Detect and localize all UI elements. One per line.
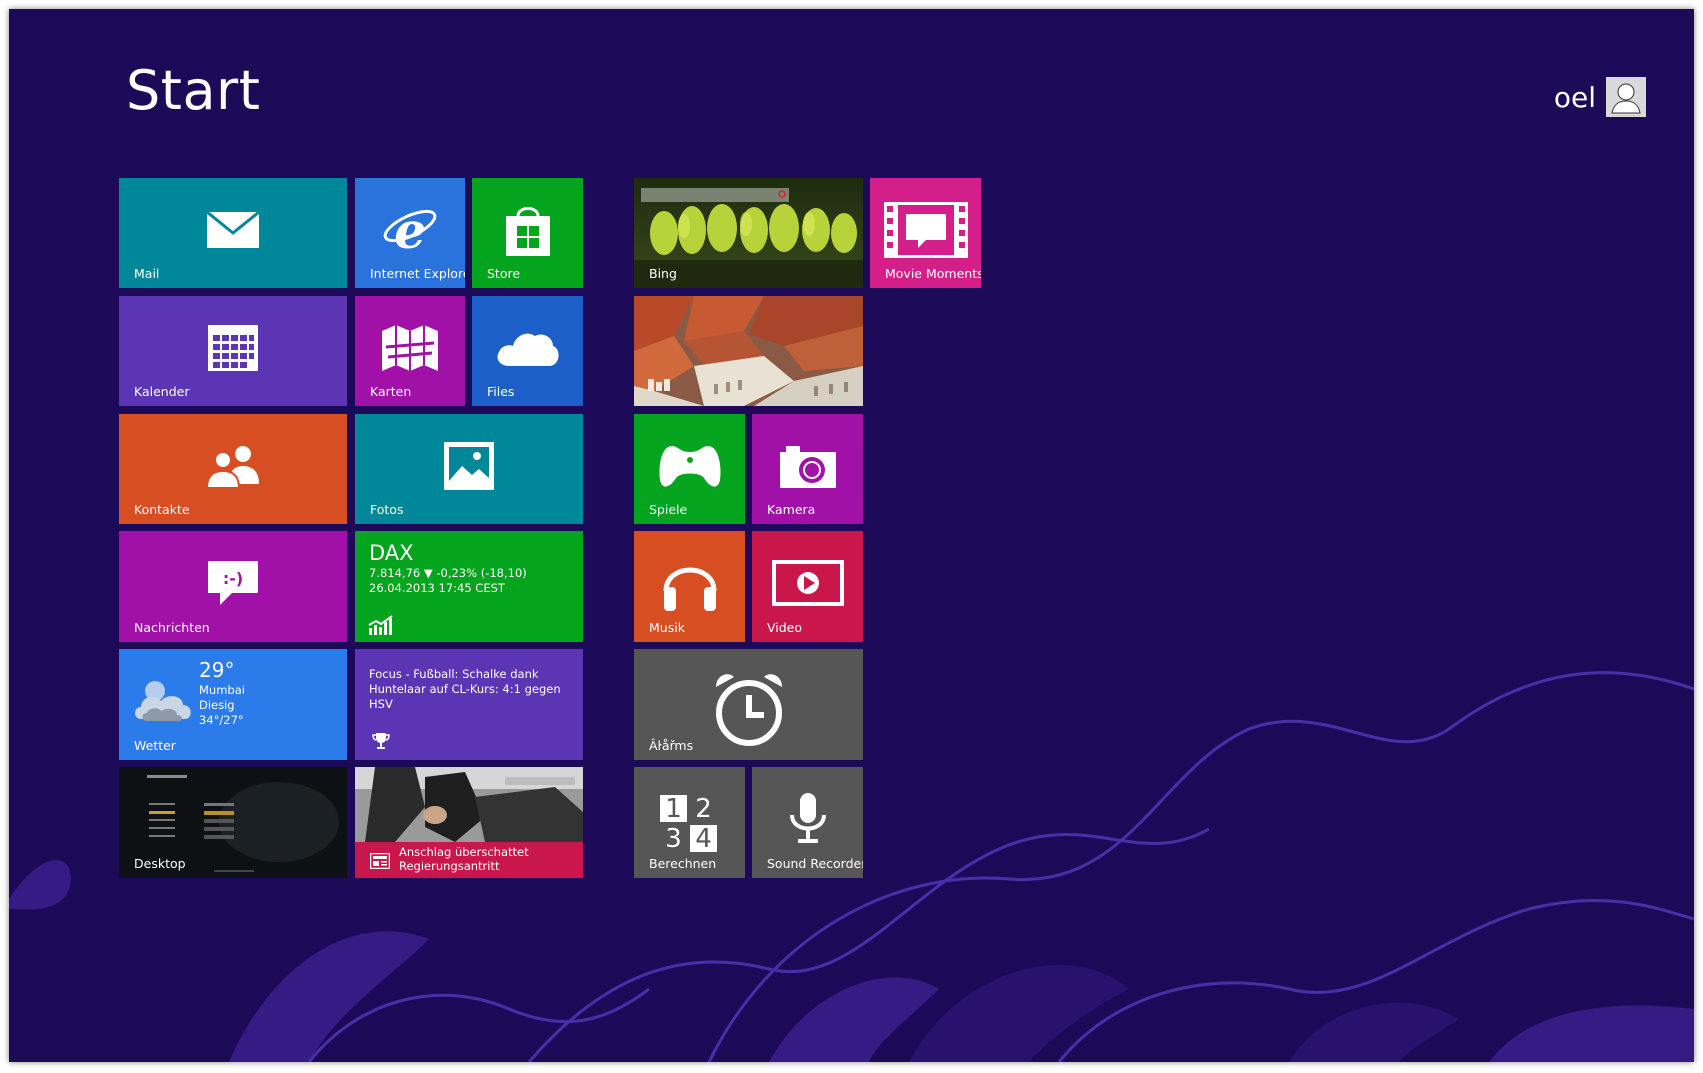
page-title: Start xyxy=(126,59,261,122)
weather-temperature: 29° xyxy=(199,658,235,682)
people-icon xyxy=(205,445,259,488)
cloud-sun-icon xyxy=(135,681,191,721)
tile-musik[interactable]: Musik xyxy=(634,531,745,642)
tile-label: Berechnen xyxy=(649,856,717,871)
camera-icon xyxy=(779,445,836,488)
tile-desktop[interactable]: Desktop xyxy=(119,767,347,878)
tile-label: Desktop xyxy=(134,856,186,871)
calculator-digit-grid: 1 2 3 4 xyxy=(660,795,718,853)
tile-store[interactable]: Store xyxy=(472,178,583,288)
tile-finance[interactable]: DAX 7.814,76 ▼ -0,23% (-18,10) 26.04.201… xyxy=(355,531,583,642)
tile-kontakte[interactable]: Kontakte xyxy=(119,414,347,524)
calendar-icon xyxy=(208,324,258,371)
tile-internet-explorer[interactable]: e Internet Explorer xyxy=(355,178,465,288)
tile-movie-moments[interactable]: Movie Moments xyxy=(870,178,981,288)
user-silhouette-icon xyxy=(1606,77,1646,117)
alarm-clock-icon xyxy=(715,674,782,746)
tile-sound-recorder[interactable]: Sound Recorder xyxy=(752,767,863,878)
calculator-digit: 1 xyxy=(660,795,687,823)
film-speech-icon xyxy=(883,201,968,258)
tile-label: Spiele xyxy=(649,502,688,517)
tile-fotos[interactable]: Fotos xyxy=(355,414,583,524)
tile-nachrichten[interactable]: :-) Nachrichten xyxy=(119,531,347,642)
tile-files[interactable]: Files xyxy=(472,296,583,406)
svg-text:e: e xyxy=(394,204,426,256)
tile-label: Sound Recorder xyxy=(767,856,863,871)
tile-calculator[interactable]: 1 2 3 4 Berechnen xyxy=(634,767,745,878)
tile-label: Kamera xyxy=(767,502,816,517)
svg-text::-): :-) xyxy=(223,569,243,588)
tile-label: Files xyxy=(487,384,515,399)
weather-condition: Diesig xyxy=(199,698,235,712)
tile-label: Mail xyxy=(134,266,160,281)
tile-alarms[interactable]: Âŀåřms xyxy=(634,649,863,760)
tile-news[interactable]: Anschlag überschattet Regierungsantritt xyxy=(355,767,583,878)
map-icon xyxy=(382,324,438,371)
tile-video[interactable]: Video xyxy=(752,531,863,642)
play-icon xyxy=(771,560,844,607)
tile-mail[interactable]: Mail xyxy=(119,178,347,288)
tile-label: Fotos xyxy=(370,502,404,517)
news-headline: Anschlag überschattet Regierungsantritt xyxy=(399,845,529,873)
tile-spiele[interactable]: Spiele xyxy=(634,414,745,524)
headphones-icon xyxy=(663,567,716,612)
chat-smiley-icon: :-) xyxy=(208,561,258,606)
tile-bing[interactable]: Bing xyxy=(634,178,863,288)
finance-index-value: 7.814,76 ▼ -0,23% (-18,10) xyxy=(369,566,527,580)
tile-karten[interactable]: Karten xyxy=(355,296,465,406)
tile-label: Internet Explorer xyxy=(370,266,465,281)
calculator-digit: 4 xyxy=(690,825,717,853)
tile-city-photo[interactable] xyxy=(634,296,863,406)
newspaper-icon xyxy=(370,853,390,869)
start-screen: Start oel Mail e Internet Explorer xyxy=(9,9,1694,1062)
weather-city: Mumbai xyxy=(199,683,245,697)
finance-timestamp: 26.04.2013 17:45 CEST xyxy=(369,581,505,595)
tile-label: Nachrichten xyxy=(134,620,210,635)
gamepad-icon xyxy=(659,445,720,487)
tile-label: Store xyxy=(487,266,521,281)
tile-label: Wetter xyxy=(134,738,176,753)
weather-range: 34°/27° xyxy=(199,713,244,727)
calculator-digit: 3 xyxy=(665,824,682,854)
sport-headline: Focus - Fußball: Schalke dank Huntelaar … xyxy=(369,667,561,711)
tile-kalender[interactable]: Kalender xyxy=(119,296,347,406)
envelope-icon xyxy=(206,210,260,248)
tile-label: Kalender xyxy=(134,384,190,399)
tile-kamera[interactable]: Kamera xyxy=(752,414,863,524)
picture-icon xyxy=(444,441,494,490)
cloud-icon xyxy=(496,333,559,366)
tile-label: Movie Moments xyxy=(885,266,981,281)
store-bag-icon xyxy=(505,206,550,256)
city-rooftops-photo xyxy=(634,296,863,406)
tile-label: Kontakte xyxy=(134,502,190,517)
tile-sport[interactable]: Focus - Fußball: Schalke dank Huntelaar … xyxy=(355,649,583,760)
calculator-digit: 2 xyxy=(695,794,712,824)
internet-explorer-icon: e xyxy=(383,204,437,256)
finance-index-name: DAX xyxy=(369,541,414,565)
user-avatar[interactable] xyxy=(1606,77,1646,117)
tile-label: Bing xyxy=(649,266,677,281)
tile-wetter[interactable]: 29° Mumbai Diesig 34°/27° Wetter xyxy=(119,649,347,760)
news-photo xyxy=(355,767,583,842)
microphone-icon xyxy=(789,793,826,844)
stock-chart-icon xyxy=(368,615,393,635)
tile-label: Video xyxy=(767,620,803,635)
tile-label: Karten xyxy=(370,384,412,399)
user-name[interactable]: oel xyxy=(1554,81,1596,114)
tile-label: Musik xyxy=(649,620,685,635)
tile-label: Âŀåřms xyxy=(649,738,694,753)
trophy-icon xyxy=(372,733,390,749)
